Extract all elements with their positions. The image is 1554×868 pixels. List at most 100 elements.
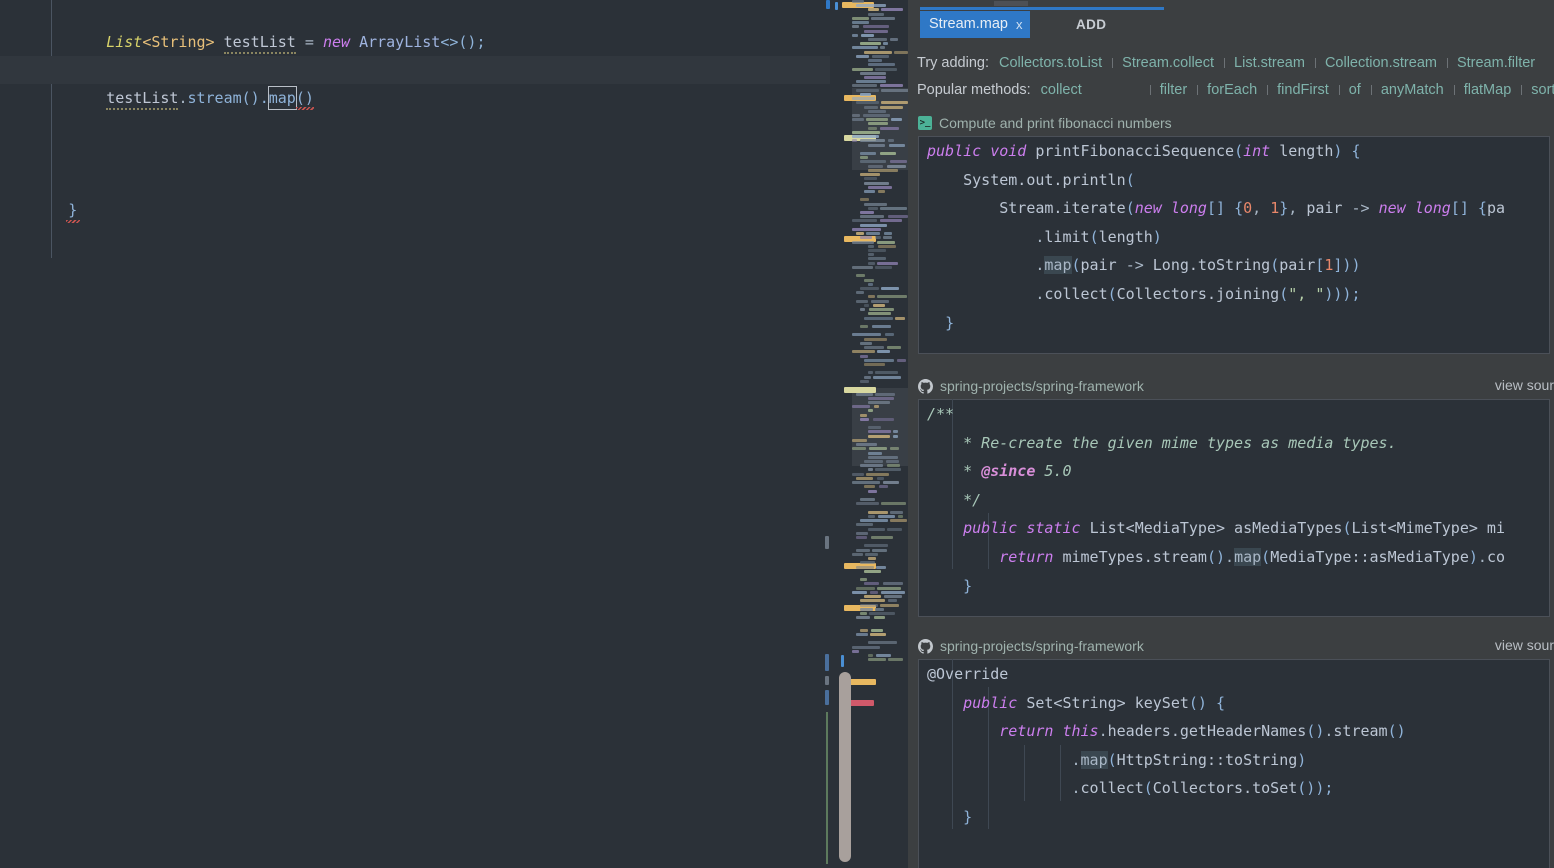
minimap-code-row: [887, 528, 902, 531]
minimap-code-row: [885, 333, 894, 336]
try-adding-item-2[interactable]: List.stream: [1224, 55, 1315, 71]
minimap-code-row: [888, 215, 908, 218]
minimap-code-row: [860, 224, 887, 227]
result-card-2: spring-projects/spring-framework view so…: [908, 633, 1554, 868]
text-caret[interactable]: map: [268, 86, 297, 110]
popular-method-1[interactable]: filter: [1150, 82, 1197, 98]
popular-method-5[interactable]: anyMatch: [1371, 82, 1454, 98]
stripe-mark-info-2[interactable]: [825, 654, 829, 671]
minimap-code-row: [860, 414, 867, 417]
minimap-code-row: [873, 376, 901, 379]
minimap-code-row: [868, 641, 897, 644]
minimap-code-row: [852, 241, 874, 244]
query-chip-stream-map[interactable]: Stream.map x: [920, 11, 1030, 38]
popular-methods-label: Popular methods:: [908, 82, 1031, 98]
minimap-code-row: [869, 308, 894, 311]
view-source-link-2[interactable]: view sour: [1495, 637, 1554, 653]
minimap-code-row: [864, 190, 875, 193]
minimap-code-row: [871, 536, 893, 539]
minimap-code-row: [852, 650, 859, 653]
token-type-list: List: [106, 33, 142, 51]
result-card-title-2: spring-projects/spring-framework: [940, 638, 1144, 654]
token-closing-brace: }: [68, 201, 77, 219]
minimap-code-row: [873, 418, 894, 421]
terminal-icon: >_: [918, 116, 932, 130]
minimap-code-row: [868, 186, 892, 189]
minimap-code-row: [876, 654, 891, 657]
minimap-code-row: [864, 460, 883, 463]
code-line: }: [919, 572, 1549, 601]
minimap-code-row: [890, 160, 907, 163]
minimap-code-row: [875, 68, 897, 71]
minimap-code-row: [870, 633, 886, 636]
minimap-code-row: [888, 599, 897, 602]
stripe-mark-info-3[interactable]: [825, 676, 829, 685]
minimap-code-row: [868, 262, 875, 265]
github-icon: [918, 379, 933, 394]
result-code-block-0[interactable]: public void printFibonacciSequence(int l…: [918, 136, 1550, 354]
minimap-code-row: [864, 203, 887, 206]
minimap-code-row: [852, 481, 880, 484]
editor-scrollbar[interactable]: [836, 0, 850, 868]
minimap-code-row: [868, 169, 898, 172]
minimap-code-row: [856, 274, 865, 277]
minimap-code-row: [856, 549, 870, 552]
minimap-code-row: [852, 25, 859, 28]
editor-line-2[interactable]: testList.stream().map(): [0, 56, 830, 84]
stripe-mark-error[interactable]: [825, 690, 829, 705]
popular-method-7[interactable]: sorted: [1521, 82, 1554, 98]
close-icon[interactable]: x: [1016, 11, 1023, 38]
try-adding-item-0[interactable]: Collectors.toList: [989, 55, 1112, 71]
result-card-header-2: spring-projects/spring-framework view so…: [908, 633, 1554, 659]
code-editor[interactable]: List<String> testList = new ArrayList<>(…: [0, 0, 830, 868]
try-adding-item-1[interactable]: Stream.collect: [1112, 55, 1224, 71]
minimap-code-row: [860, 629, 868, 632]
minimap-code-row: [856, 4, 886, 7]
code-line: }: [919, 309, 1549, 338]
minimap-code-row: [880, 152, 896, 155]
popular-method-3[interactable]: findFirst: [1267, 82, 1339, 98]
editor-line-3[interactable]: [0, 112, 830, 140]
minimap-code-row: [872, 549, 887, 552]
query-chip-row: Stream.map x ADD: [908, 9, 1554, 41]
minimap-code-row: [868, 38, 887, 41]
minimap-code-row: [868, 312, 891, 315]
result-code-block-1[interactable]: /** * Re-create the given mime types as …: [918, 399, 1550, 617]
popular-method-6[interactable]: flatMap: [1454, 82, 1522, 98]
popular-method-4[interactable]: of: [1339, 82, 1371, 98]
minimap-code-row: [868, 511, 888, 514]
popular-method-2[interactable]: forEach: [1197, 82, 1267, 98]
minimap-code-row: [864, 346, 884, 349]
minimap-code-row: [860, 287, 879, 290]
minimap-code-row: [868, 490, 877, 493]
minimap-code-row: [864, 279, 874, 282]
minimap-code-row: [880, 207, 907, 210]
minimap-code-row: [856, 536, 867, 539]
minimap-code-row: [860, 211, 874, 214]
match-highlight: map: [1044, 256, 1071, 274]
add-button[interactable]: ADD: [1068, 11, 1114, 38]
minimap-code-row: [868, 435, 890, 438]
minimap-code-row: [868, 8, 879, 11]
github-icon: [918, 639, 933, 654]
editor-line-1[interactable]: List<String> testList = new ArrayList<>(…: [0, 0, 830, 28]
try-adding-item-3[interactable]: Collection.stream: [1315, 55, 1447, 71]
scrollbar-thumb[interactable]: [839, 672, 851, 862]
minimap-code-row: [874, 616, 885, 619]
code-line: public Set<String> keySet() {: [919, 689, 1549, 718]
try-adding-item-4[interactable]: Stream.filter: [1447, 55, 1545, 71]
view-source-link-1[interactable]: view sour: [1495, 377, 1554, 393]
stripe-mark-info[interactable]: [825, 536, 829, 549]
minimap-code-row: [852, 97, 875, 100]
code-line-map: .map(HttpString::toString): [919, 746, 1549, 775]
minimap-code-row: [871, 300, 889, 303]
minimap-code-row: [856, 291, 864, 294]
error-stripe[interactable]: [816, 0, 830, 868]
editor-line-4[interactable]: }: [0, 168, 830, 196]
popular-method-0[interactable]: collect: [1031, 82, 1150, 98]
minimap-code-row: [880, 84, 903, 87]
minimap-code-row: [868, 430, 891, 433]
minimap-code-row: [856, 80, 886, 83]
minimap-code-row: [868, 401, 890, 404]
result-code-block-2[interactable]: @Override public Set<String> keySet() { …: [918, 659, 1550, 868]
